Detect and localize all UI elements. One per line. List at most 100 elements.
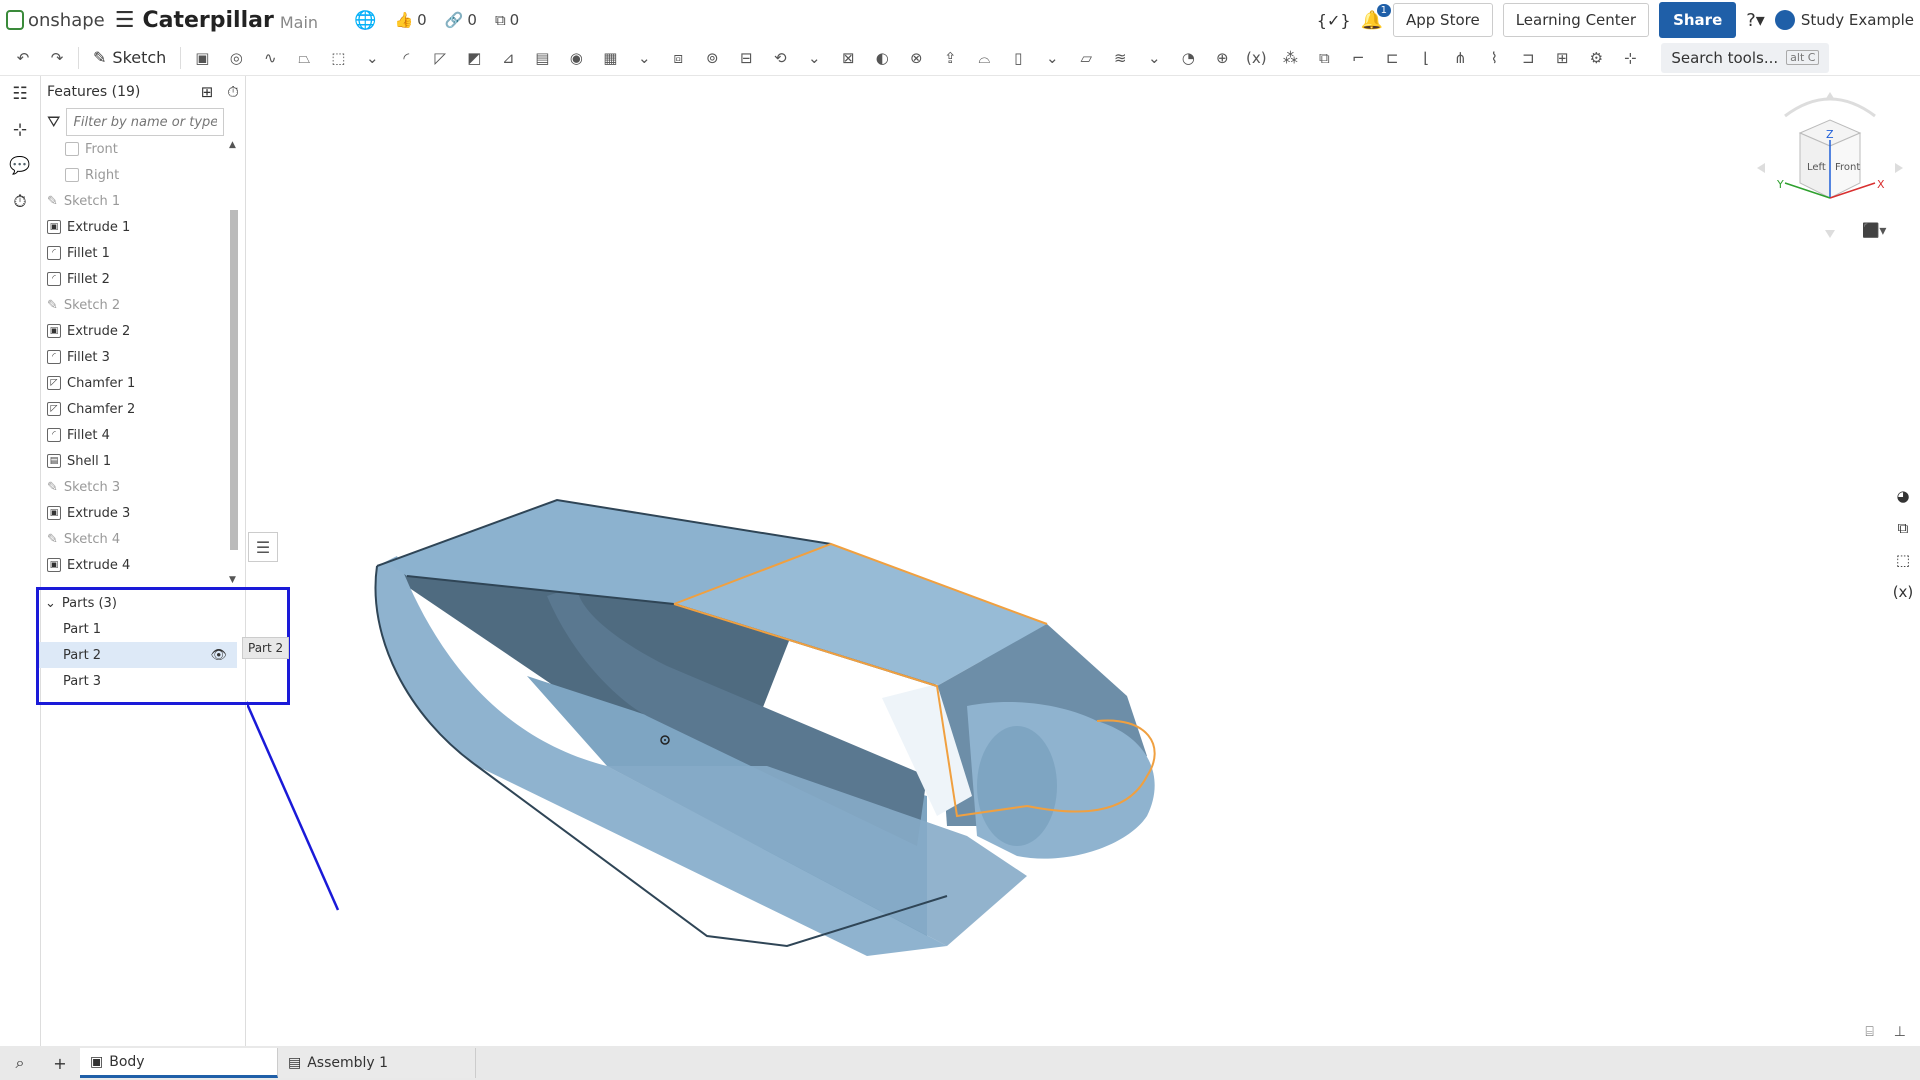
feature-list-icon[interactable]: ☷ [0,76,40,112]
list-item[interactable]: ▣ Extrude 4 [41,552,245,578]
mirror-icon[interactable]: ⧈ [661,43,695,73]
view-options-cube-icon[interactable]: ⬛▾ [1862,223,1886,239]
measure-icon[interactable]: ◔ [1171,43,1205,73]
split-icon[interactable]: ⊟ [729,43,763,73]
dropdown-chevron-icon[interactable]: ⌄ [1035,43,1069,73]
pattern-icon[interactable]: ▦ [593,43,627,73]
dropdown-chevron-icon[interactable]: ⌄ [627,43,661,73]
dropdown-chevron-icon[interactable]: ⌄ [1137,43,1171,73]
search-tools-input[interactable]: Search tools... alt C [1661,42,1830,73]
move-face-icon[interactable]: ⇪ [933,43,967,73]
form-icon[interactable]: ⋔ [1443,43,1477,73]
hole-icon[interactable]: ◉ [559,43,593,73]
flange-icon[interactable]: ⌐ [1341,43,1375,73]
gusset-icon[interactable]: ⊐ [1511,43,1545,73]
tab-assembly[interactable]: ▤ Assembly 1 [278,1048,476,1078]
variables-icon[interactable]: {✓} [1317,11,1351,30]
list-item[interactable]: ▣ Extrude 3 [41,500,245,526]
appearance-icon[interactable]: ◕ [1888,480,1918,512]
extrude-icon[interactable]: ▣ [185,43,219,73]
user-menu[interactable]: Study Example [1774,10,1914,30]
scroll-up-icon[interactable]: ▲ [229,140,236,150]
help-icon[interactable]: ?▾ [1746,10,1765,31]
feature-filter-input[interactable] [66,108,225,136]
copy-counter[interactable]: ⧉ 0 [495,11,519,29]
render-icon[interactable]: ⬚ [1888,544,1918,576]
tab-body[interactable]: ▣ Body [80,1048,278,1078]
menu-icon[interactable]: ☰ [115,8,135,33]
comment-icon[interactable]: 💬 [0,148,40,184]
undo-icon[interactable]: ↶ [6,43,40,73]
notifications-button[interactable]: 🔔 1 [1361,3,1391,31]
insert-icon[interactable]: ⊹ [0,112,40,148]
tab-manager-icon[interactable]: ⌕ [0,1046,40,1080]
list-item[interactable]: ◸ Chamfer 1 [41,370,245,396]
list-item[interactable]: ◸ Chamfer 2 [41,396,245,422]
rib-icon[interactable]: ⊿ [491,43,525,73]
app-store-button[interactable]: App Store [1392,3,1493,37]
configuration-icon[interactable]: ⁂ [1273,43,1307,73]
list-item[interactable]: ✎ Sketch 3 [41,474,245,500]
list-item[interactable]: ▤ Shell 1 [41,448,245,474]
transform-icon[interactable]: ⟲ [763,43,797,73]
eye-icon[interactable]: 👁 [210,648,227,663]
onshape-logo[interactable]: onshape [6,10,105,31]
scrollbar-thumb[interactable] [230,210,238,550]
add-folder-icon[interactable]: ⊞ [201,83,214,101]
frame-icon[interactable]: ⌇ [1477,43,1511,73]
add-tab-icon[interactable]: + [40,1046,80,1080]
scroll-down-icon[interactable]: ▼ [229,575,236,585]
list-item[interactable]: ▣ Extrude 1 [41,214,245,240]
mate-connector-icon[interactable]: ⊕ [1205,43,1239,73]
modify-fillet-icon[interactable]: ◐ [865,43,899,73]
public-globe-icon[interactable]: 🌐 [354,10,376,31]
like-counter[interactable]: 👍 0 [394,11,426,29]
shell-icon[interactable]: ▤ [525,43,559,73]
document-title[interactable]: Caterpillar [142,8,273,33]
thicken-icon[interactable]: ⬚ [321,43,355,73]
mass-properties-icon[interactable]: ⧉ [1888,512,1918,544]
view-cube-rotate-arrows[interactable] [1784,97,1876,118]
loft-icon[interactable]: ⏢ [287,43,321,73]
list-item[interactable]: ◜ Fillet 1 [41,240,245,266]
cut-list-icon[interactable]: ⊞ [1545,43,1579,73]
display-states-icon[interactable]: ⊥ [1894,1024,1906,1040]
draft-icon[interactable]: ◩ [457,43,491,73]
branch-name[interactable]: Main [280,13,318,32]
tab-icon[interactable]: ⊏ [1375,43,1409,73]
list-item[interactable]: ✎ Sketch 1 [41,188,245,214]
redo-icon[interactable]: ↷ [40,43,74,73]
share-button[interactable]: Share [1659,2,1737,38]
variable-table-icon[interactable]: (x) [1888,576,1918,608]
bend-icon[interactable]: ⌊ [1409,43,1443,73]
feature-list-scrollbar[interactable]: ▲ ▼ [229,140,239,585]
replace-face-icon[interactable]: ⌓ [967,43,1001,73]
helix-icon[interactable]: ≋ [1103,43,1137,73]
variable-icon[interactable]: (x) [1239,43,1273,73]
list-item[interactable]: ▣ Extrude 2 [41,318,245,344]
list-item[interactable]: ◜ Fillet 4 [41,422,245,448]
delete-face-icon[interactable]: ⊗ [899,43,933,73]
graphics-area[interactable] [247,76,1920,1046]
chamfer-icon[interactable]: ◸ [423,43,457,73]
learning-center-button[interactable]: Learning Center [1502,3,1650,37]
list-item[interactable]: ◜ Fillet 3 [41,344,245,370]
sheet-metal-icon[interactable]: ⧉ [1307,43,1341,73]
view-cube-arrow-right-icon[interactable] [1895,163,1903,173]
revolve-icon[interactable]: ◎ [219,43,253,73]
dropdown-chevron-icon[interactable]: ⌄ [797,43,831,73]
boolean-icon[interactable]: ⊚ [695,43,729,73]
sketch-button[interactable]: ✎ Sketch [83,48,176,67]
plane-icon[interactable]: ▱ [1069,43,1103,73]
list-item[interactable]: ◜ Fillet 2 [41,266,245,292]
list-item[interactable]: ✎ Sketch 4 [41,526,245,552]
section-view-icon[interactable]: ⌸ [1865,1024,1873,1040]
fillet-icon[interactable]: ◜ [389,43,423,73]
part-item-2[interactable]: Part 2 👁 [39,642,237,668]
list-item[interactable]: Right [41,162,245,188]
offset-surface-icon[interactable]: ▯ [1001,43,1035,73]
sweep-icon[interactable]: ∿ [253,43,287,73]
filter-icon[interactable]: ⛛ [47,112,60,132]
list-item[interactable]: ✎ Sketch 2 [41,292,245,318]
dropdown-chevron-icon[interactable]: ⌄ [355,43,389,73]
